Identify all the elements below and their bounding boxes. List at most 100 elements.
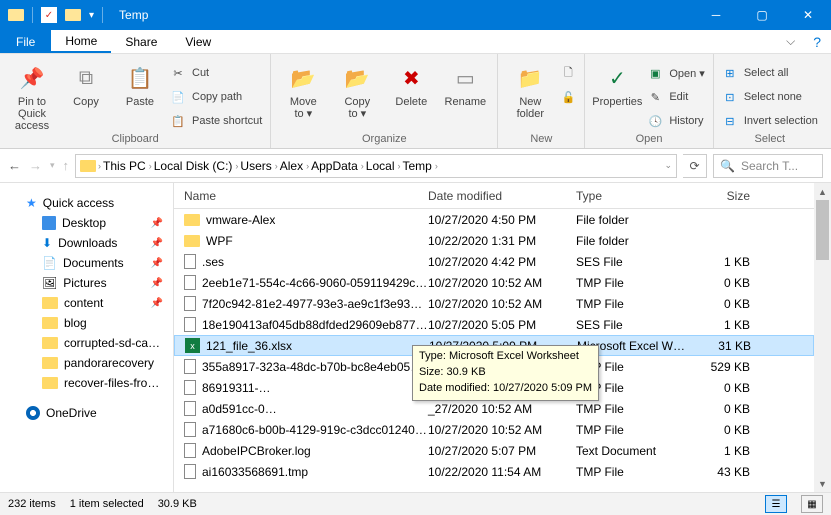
up-button[interactable]: ↑ (63, 158, 70, 173)
check-icon[interactable]: ✓ (41, 7, 57, 23)
tab-home[interactable]: Home (51, 30, 111, 53)
column-date[interactable]: Date modified (428, 189, 576, 203)
nav-quick-access[interactable]: ★Quick access (6, 193, 167, 213)
paste-shortcut-button[interactable]: 📋Paste shortcut (170, 110, 262, 132)
file-list: Name Date modified Type Size vmware-Alex… (174, 183, 814, 492)
tab-view[interactable]: View (171, 30, 225, 53)
vertical-scrollbar[interactable]: ▲ ▼ (814, 183, 831, 492)
edit-icon: ✎ (647, 91, 663, 104)
column-type[interactable]: Type (576, 189, 688, 203)
new-folder-button[interactable]: 📁 New folder (506, 58, 554, 120)
table-row[interactable]: a0d591cc-0…_27/2020 10:52 AMTMP File0 KB (174, 398, 814, 419)
select-all-button[interactable]: ⊞Select all (722, 62, 818, 84)
crumb[interactable]: This PC› (103, 159, 152, 173)
minimize-button[interactable]: ─ (693, 0, 739, 30)
history-button[interactable]: 🕓History (647, 110, 705, 132)
nav-pictures[interactable]: 🖼Pictures📌 (6, 273, 167, 293)
copy-path-button[interactable]: 📄Copy path (170, 86, 262, 108)
pin-to-quick-access-button[interactable]: 📌 Pin to Quick access (8, 58, 56, 132)
pin-icon: 📌 (151, 278, 163, 289)
nav-pandora[interactable]: pandorarecovery (6, 353, 167, 373)
nav-blog[interactable]: blog (6, 313, 167, 333)
breadcrumb[interactable]: › This PC› Local Disk (C:)› Users› Alex›… (75, 154, 677, 178)
table-row[interactable]: .ses10/27/2020 4:42 PMSES File1 KB (174, 251, 814, 272)
folder-icon[interactable] (65, 9, 81, 21)
move-to-button[interactable]: 📂 Move to ▾ (279, 58, 327, 120)
view-thumbnails-button[interactable]: ▦ (801, 495, 823, 513)
scroll-thumb[interactable] (816, 200, 829, 260)
nav-onedrive[interactable]: OneDrive (6, 403, 167, 423)
crumb[interactable]: Temp› (402, 159, 437, 173)
file-type: TMP File (576, 423, 688, 437)
edit-button[interactable]: ✎Edit (647, 86, 705, 108)
nav-desktop[interactable]: Desktop📌 (6, 213, 167, 233)
forward-button[interactable]: → (29, 158, 42, 173)
folder-icon (42, 357, 58, 369)
help-icon[interactable]: ? (803, 30, 831, 53)
nav-corrupted[interactable]: corrupted-sd-ca… (6, 333, 167, 353)
nav-downloads[interactable]: ⬇Downloads📌 (6, 233, 167, 253)
file-size: 0 KB (688, 381, 760, 395)
crumb[interactable]: AppData› (311, 159, 364, 173)
easy-access-icon: 🔓 (560, 91, 576, 104)
file-name: AdobeIPCBroker.log (202, 444, 311, 458)
paste-button[interactable]: 📋 Paste (116, 58, 164, 108)
file-date: _27/2020 10:52 AM (428, 402, 576, 416)
copy-to-button[interactable]: 📂 Copy to ▾ (333, 58, 381, 120)
table-row[interactable]: AdobeIPCBroker.log10/27/2020 5:07 PMText… (174, 440, 814, 461)
copy-button[interactable]: ⧉ Copy (62, 58, 110, 108)
crumb[interactable]: Local› (366, 159, 401, 173)
view-details-button[interactable]: ☰ (765, 495, 787, 513)
new-item-icon: 🗋 (560, 64, 576, 83)
table-row[interactable]: 7f20c942-81e2-4977-93e3-ae9c1f3e9384.t…1… (174, 293, 814, 314)
title-bar: ✓ ▾ Temp ─ ▢ ✕ (0, 0, 831, 30)
delete-button[interactable]: ✖ Delete (387, 58, 435, 108)
breadcrumb-dropdown-icon[interactable]: ⌄ (664, 160, 672, 171)
file-type: File folder (576, 213, 688, 227)
table-row[interactable]: 18e190413af045db88dfded29609eb877.db…10/… (174, 314, 814, 335)
open-button[interactable]: ▣Open ▾ (647, 62, 705, 84)
scroll-down-icon[interactable]: ▼ (814, 475, 831, 492)
new-item-button[interactable]: 🗋 (560, 62, 576, 84)
nav-recover[interactable]: recover-files-fro… (6, 373, 167, 393)
file-size: 31 KB (689, 339, 761, 353)
cut-button[interactable]: ✂Cut (170, 62, 262, 84)
crumb[interactable]: Users› (240, 159, 277, 173)
search-placeholder: Search T... (741, 159, 798, 173)
maximize-button[interactable]: ▢ (739, 0, 785, 30)
table-row[interactable]: 2eeb1e71-554c-4c66-9060-059119429cbd…10/… (174, 272, 814, 293)
rename-button[interactable]: ▭ Rename (441, 58, 489, 108)
onedrive-icon (26, 406, 40, 420)
tab-share[interactable]: Share (111, 30, 171, 53)
table-row[interactable]: ai16033568691.tmp10/22/2020 11:54 AMTMP … (174, 461, 814, 482)
file-size: 0 KB (688, 423, 760, 437)
back-button[interactable]: ← (8, 158, 21, 173)
scroll-up-icon[interactable]: ▲ (814, 183, 831, 200)
file-type: TMP File (576, 402, 688, 416)
table-row[interactable]: WPF10/22/2020 1:31 PMFile folder (174, 230, 814, 251)
file-type: SES File (576, 318, 688, 332)
invert-selection-button[interactable]: ⊟Invert selection (722, 110, 818, 132)
file-menu[interactable]: File (0, 30, 51, 53)
file-date: 10/27/2020 5:05 PM (428, 318, 576, 332)
file-name: 7f20c942-81e2-4977-93e3-ae9c1f3e9384.t… (202, 297, 428, 311)
properties-button[interactable]: ✓ Properties (593, 58, 641, 108)
table-row[interactable]: a71680c6-b00b-4129-919c-c3dcc01240311…10… (174, 419, 814, 440)
qat-dropdown-icon[interactable]: ▾ (89, 10, 94, 21)
nav-content[interactable]: content📌 (6, 293, 167, 313)
select-none-button[interactable]: ⊡Select none (722, 86, 818, 108)
column-size[interactable]: Size (688, 189, 760, 203)
search-input[interactable]: 🔍 Search T... (713, 154, 823, 178)
ribbon-toggle-icon[interactable]: ⌵ (778, 30, 803, 53)
navigation-pane: ★Quick access Desktop📌 ⬇Downloads📌 📄Docu… (0, 183, 174, 492)
crumb[interactable]: Alex› (280, 159, 309, 173)
easy-access-button[interactable]: 🔓 (560, 86, 576, 108)
table-row[interactable]: vmware-Alex10/27/2020 4:50 PMFile folder (174, 209, 814, 230)
crumb[interactable]: Local Disk (C:)› (154, 159, 239, 173)
refresh-button[interactable]: ⟳ (683, 154, 707, 178)
nav-documents[interactable]: 📄Documents📌 (6, 253, 167, 273)
column-name[interactable]: Name (174, 189, 428, 203)
select-none-icon: ⊡ (722, 91, 738, 104)
close-button[interactable]: ✕ (785, 0, 831, 30)
recent-locations-icon[interactable]: ▾ (50, 160, 55, 171)
